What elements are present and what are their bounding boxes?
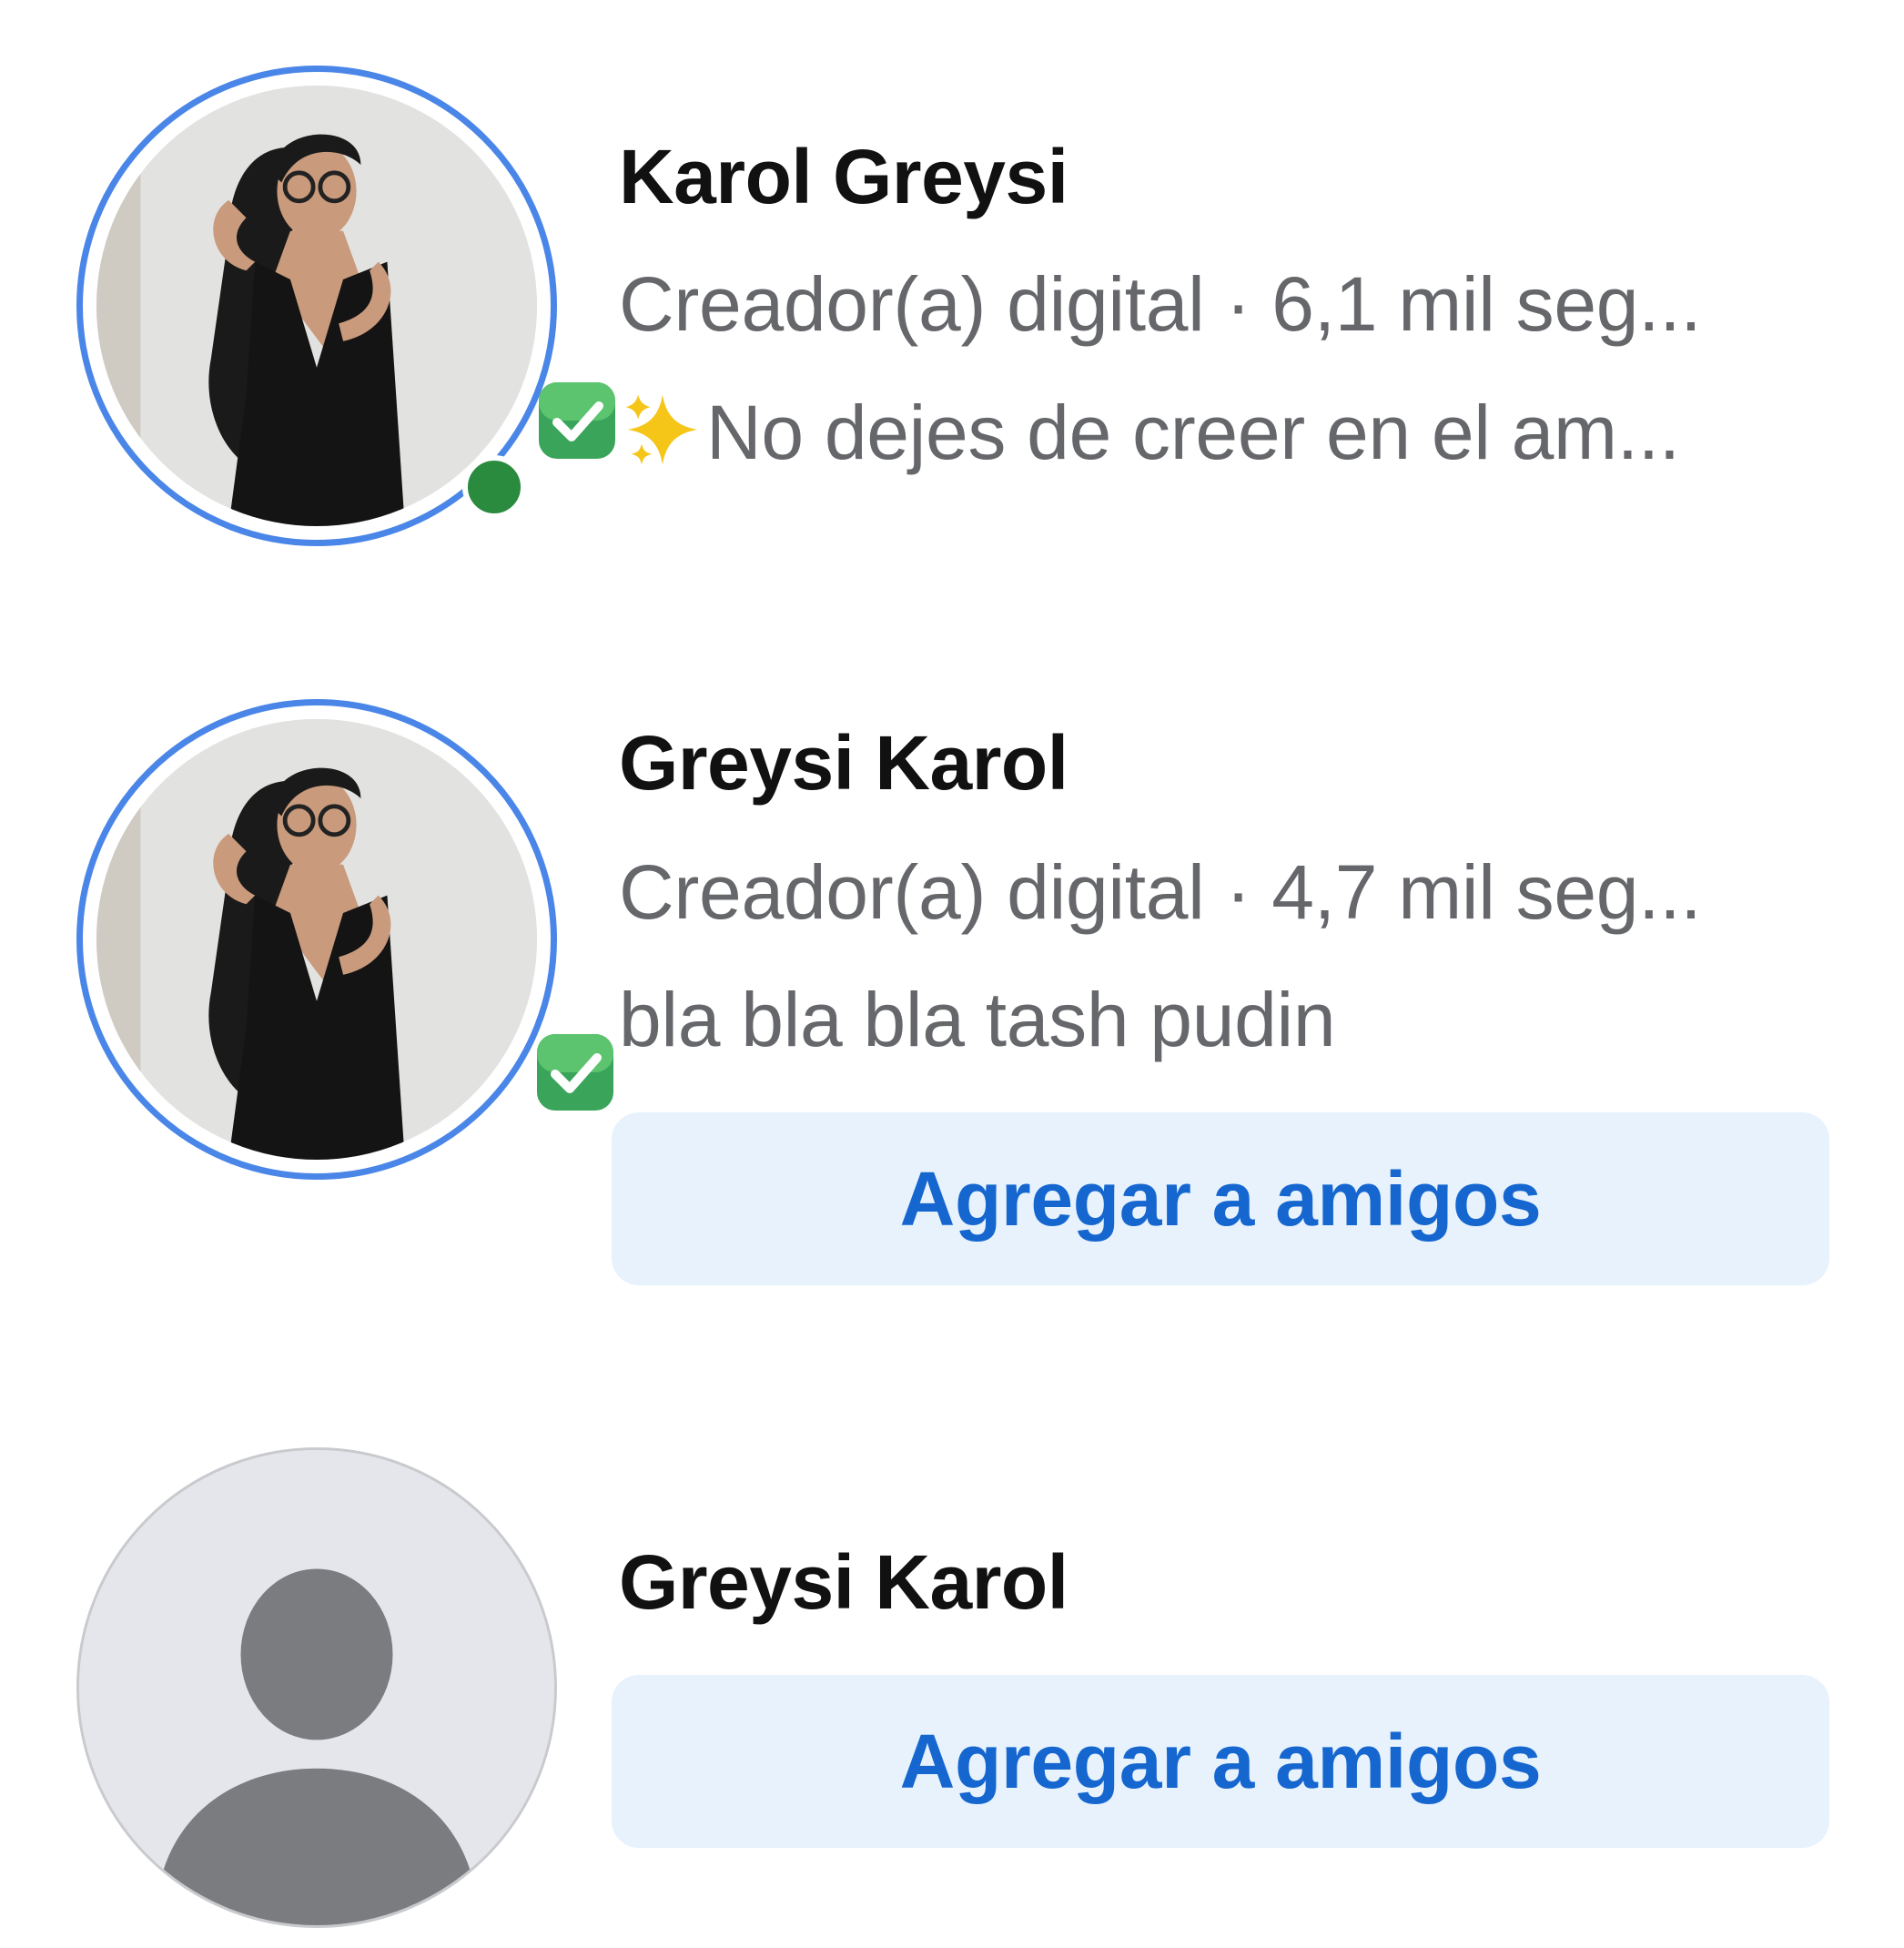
add-friend-button-label: Agregar a amigos	[899, 1718, 1542, 1804]
profile-category-followers: Creador(a) digital · 6,1 mil seg...	[619, 261, 1702, 347]
add-friend-button[interactable]: Agregar a amigos	[612, 1675, 1829, 1848]
online-status-dot	[462, 455, 526, 519]
default-avatar-icon[interactable]	[76, 1447, 557, 1928]
add-friend-button-label: Agregar a amigos	[899, 1155, 1542, 1242]
search-result-item[interactable]: Greysi Karol Creador(a) digital · 4,7 mi…	[0, 601, 1904, 1293]
profile-photo	[96, 86, 537, 526]
profile-bio: bla bla bla tash pudin	[619, 977, 1336, 1062]
sparkles-icon	[621, 388, 704, 472]
profile-bio-text: No dejes de creer en el am...	[706, 390, 1680, 475]
profile-avatar[interactable]	[76, 699, 557, 1180]
profile-category-followers: Creador(a) digital · 4,7 mil seg...	[619, 849, 1702, 935]
green-check-icon	[532, 1029, 619, 1116]
profile-bio: No dejes de creer en el am...	[621, 388, 1680, 477]
green-check-icon	[533, 377, 621, 464]
profile-name[interactable]: Karol Greysi	[619, 133, 1068, 221]
profile-name[interactable]: Greysi Karol	[619, 1538, 1068, 1627]
search-result-item[interactable]: Greysi Karol Agregar a amigos	[0, 1293, 1904, 1948]
add-friend-button[interactable]: Agregar a amigos	[612, 1112, 1829, 1285]
profile-photo	[96, 719, 537, 1160]
profile-name[interactable]: Greysi Karol	[619, 719, 1068, 807]
search-result-item[interactable]: Karol Greysi Creador(a) digital · 6,1 mi…	[0, 0, 1904, 601]
